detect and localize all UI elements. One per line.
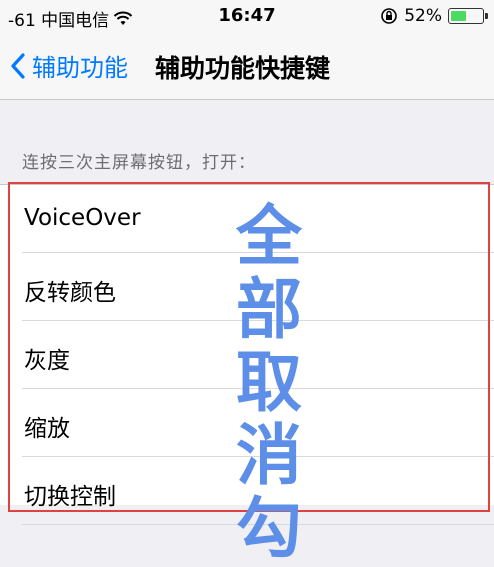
- list-item-zoom[interactable]: 缩放: [22, 389, 494, 457]
- list-item-invert-colors[interactable]: 反转颜色: [22, 253, 494, 321]
- back-button-label: 辅助功能: [32, 54, 128, 82]
- list-item-label: 缩放: [24, 416, 70, 442]
- battery-fill: [451, 11, 466, 21]
- back-button[interactable]: 辅助功能: [10, 48, 128, 83]
- list-item-grayscale[interactable]: 灰度: [22, 321, 494, 389]
- page-title: 辅助功能快捷键: [155, 54, 331, 83]
- navigation-bar: 辅助功能 辅助功能快捷键: [0, 34, 494, 100]
- status-right: 52%: [380, 6, 488, 26]
- section-header: 连按三次主屏幕按钮，打开：: [22, 153, 256, 173]
- shortcut-options-list: VoiceOver 反转颜色 灰度 缩放 切换控制: [0, 184, 494, 525]
- list-item-label: 灰度: [24, 348, 70, 374]
- status-bar: -61 中国电信 16:47 52%: [0, 0, 494, 34]
- list-item-voiceover[interactable]: VoiceOver: [22, 185, 494, 253]
- battery-cap: [485, 13, 488, 19]
- chevron-left-icon: [11, 52, 25, 79]
- battery-icon: [448, 8, 488, 24]
- list-item-label: VoiceOver: [24, 205, 141, 231]
- list-item-label: 切换控制: [24, 484, 116, 510]
- rotation-lock-icon: [381, 8, 398, 24]
- list-item-switch-control[interactable]: 切换控制: [22, 457, 494, 525]
- battery-percent: 52%: [404, 6, 442, 26]
- list-item-label: 反转颜色: [24, 280, 116, 306]
